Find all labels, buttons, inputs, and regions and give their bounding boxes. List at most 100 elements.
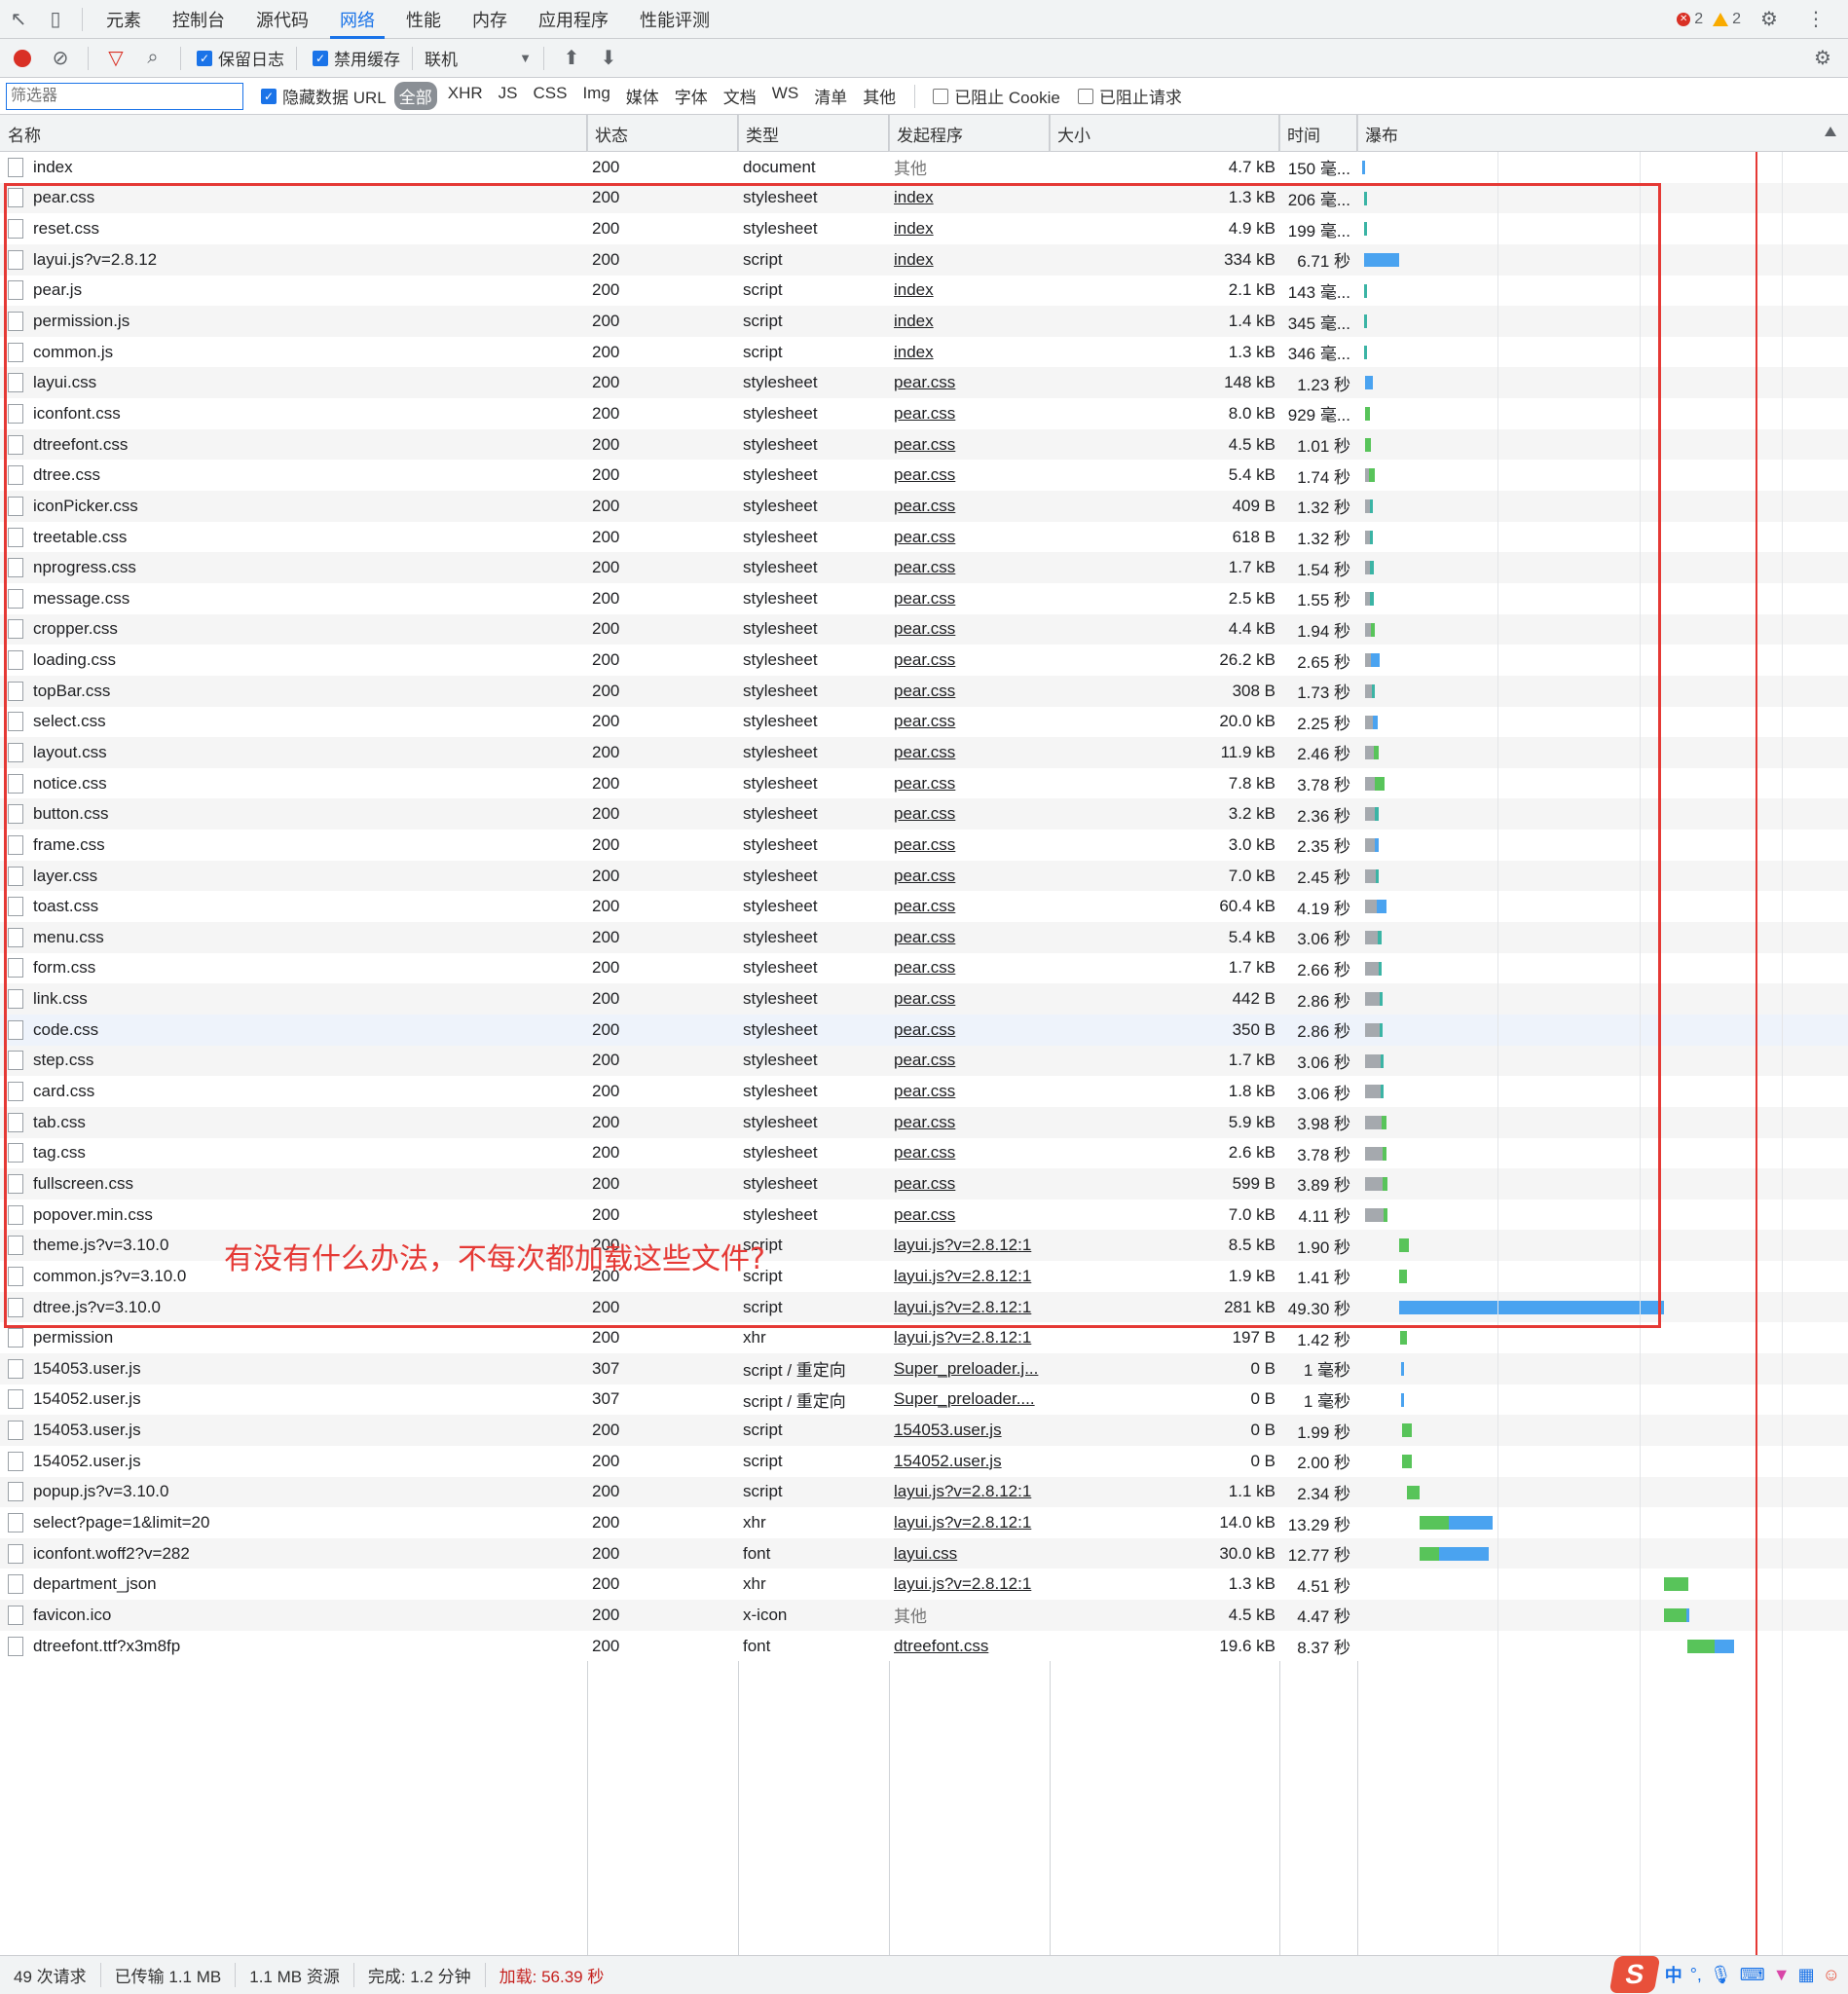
table-row[interactable]: 154053.user.js 307 script / 重定向 Super_prelo…	[0, 1352, 1848, 1385]
tab-5[interactable]: 内存	[457, 0, 523, 39]
request-status: 200	[592, 1421, 620, 1440]
clear-icon[interactable]: ⊘	[45, 43, 76, 74]
request-name-cell: 154053.user.js	[8, 1415, 582, 1446]
tab-3[interactable]: 网络	[324, 0, 390, 39]
request-name[interactable]: 154052.user.js	[33, 1389, 141, 1409]
type-filter-8[interactable]: WS	[767, 82, 803, 110]
table-row[interactable]: 154052.user.js 307 script / 重定向 Super_prelo…	[0, 1384, 1848, 1416]
request-initiator[interactable]: dtreefont.css	[894, 1631, 1040, 1662]
column-header-name[interactable]: 名称	[0, 115, 587, 152]
request-name[interactable]: dtreefont.ttf?x3m8fp	[33, 1637, 180, 1656]
export-har-icon[interactable]: ⬇	[593, 43, 624, 74]
resources-size: 1.1 MB 资源	[236, 1963, 354, 1987]
column-header-time[interactable]: 时间	[1279, 115, 1357, 152]
type-filter-3[interactable]: CSS	[528, 82, 572, 110]
filter-bar: ✓ 隐藏数据 URL 全部XHRJSCSSImg媒体字体文档WS清单其他 已阻止…	[0, 78, 1848, 115]
import-har-icon[interactable]: ⬆	[556, 43, 587, 74]
type-filter-6[interactable]: 字体	[670, 82, 713, 110]
sort-ascending-icon[interactable]	[1825, 127, 1836, 136]
type-filter-7[interactable]: 文档	[719, 82, 761, 110]
request-name[interactable]: select?page=1&limit=20	[33, 1513, 209, 1532]
type-filter-10[interactable]: 其他	[858, 82, 901, 110]
record-button[interactable]	[14, 49, 31, 67]
file-icon	[8, 1482, 23, 1502]
toolbox-grid-icon[interactable]: ▦	[1798, 1965, 1815, 1985]
network-settings-gear-icon[interactable]: ⚙	[1807, 43, 1838, 74]
emoji-icon[interactable]: ☺	[1823, 1965, 1840, 1985]
preserve-log-checkbox[interactable]: ✓ 保留日志	[197, 46, 284, 70]
type-filter-4[interactable]: Img	[577, 82, 614, 110]
preserve-log-label: 保留日志	[218, 51, 284, 69]
request-size: 4.7 kB	[1228, 157, 1275, 176]
tab-0[interactable]: 元素	[91, 0, 157, 39]
table-row[interactable]: 154053.user.js 200 script 154053.user.js 0 B…	[0, 1415, 1848, 1446]
table-row[interactable]: iconfont.woff2?v=282 200 font layui.css 30.0…	[0, 1537, 1848, 1569]
column-header-waterfall[interactable]: 瀑布	[1357, 115, 1848, 152]
request-name[interactable]: permission	[33, 1328, 113, 1348]
microphone-icon[interactable]: 🎙︎	[1710, 1965, 1732, 1985]
filter-funnel-icon[interactable]: ▽	[100, 43, 131, 74]
blocked-requests-checkbox[interactable]: 已阻止请求	[1077, 84, 1182, 108]
request-initiator[interactable]: Super_preloader.j...	[894, 1353, 1040, 1385]
request-name[interactable]: department_json	[33, 1574, 157, 1594]
request-name[interactable]: 154053.user.js	[33, 1421, 141, 1440]
search-icon[interactable]: ⌕	[137, 43, 168, 74]
column-header-size[interactable]: 大小	[1050, 115, 1279, 152]
type-filter-0[interactable]: 全部	[393, 82, 437, 110]
error-count-badge[interactable]: ✕ 2	[1677, 11, 1703, 28]
table-row[interactable]: select?page=1&limit=20 200 xhr layui.js?v=2…	[0, 1507, 1848, 1538]
device-toolbar-icon[interactable]: ▯	[37, 0, 74, 39]
request-initiator[interactable]: 154052.user.js	[894, 1446, 1040, 1477]
table-row[interactable]: favicon.ico 200 x-icon 其他 4.5 kB 4.47 秒	[0, 1600, 1848, 1631]
column-header-status[interactable]: 状态	[587, 115, 738, 152]
request-name[interactable]: 154053.user.js	[33, 1359, 141, 1379]
inspect-element-icon[interactable]: ↖	[0, 0, 37, 39]
tab-7[interactable]: 性能评测	[624, 0, 725, 39]
table-row[interactable]: 154052.user.js 200 script 154052.user.js 0 B…	[0, 1445, 1848, 1477]
more-options-icon[interactable]: ⋮	[1797, 0, 1834, 39]
filter-input[interactable]	[6, 82, 243, 110]
request-name[interactable]: popup.js?v=3.10.0	[33, 1482, 168, 1501]
type-filter-5[interactable]: 媒体	[621, 82, 664, 110]
warning-count-badge[interactable]: 2	[1713, 11, 1741, 28]
sogou-logo-icon[interactable]: S	[1608, 1956, 1661, 1993]
request-name[interactable]: favicon.ico	[33, 1606, 111, 1625]
table-row[interactable]: dtreefont.ttf?x3m8fp 200 font dtreefont.css…	[0, 1630, 1848, 1662]
tab-6[interactable]: 应用程序	[523, 0, 624, 39]
waterfall-bar	[1420, 1516, 1449, 1531]
request-name[interactable]: iconfont.woff2?v=282	[33, 1544, 190, 1564]
request-initiator[interactable]: layui.js?v=2.8.12:1	[894, 1569, 1040, 1600]
request-time: 12.77 秒	[1287, 1546, 1350, 1566]
tab-1[interactable]: 控制台	[157, 0, 240, 39]
throttling-select[interactable]: 联机 ▼	[425, 46, 532, 70]
request-initiator[interactable]: 154053.user.js	[894, 1415, 1040, 1446]
column-header-initiator[interactable]: 发起程序	[889, 115, 1050, 152]
table-row[interactable]: department_json 200 xhr layui.js?v=2.8.12:1…	[0, 1569, 1848, 1601]
table-row[interactable]: index 200 document 其他 4.7 kB 150 毫...	[0, 152, 1848, 183]
toolbar-divider	[296, 46, 297, 70]
request-initiator[interactable]: Super_preloader....	[894, 1385, 1040, 1416]
disable-cache-checkbox[interactable]: ✓ 禁用缓存	[313, 46, 400, 70]
ime-language[interactable]: 中	[1665, 1962, 1682, 1987]
request-initiator[interactable]: layui.js?v=2.8.12:1	[894, 1507, 1040, 1538]
request-name[interactable]: index	[33, 158, 73, 177]
waterfall-bar	[1439, 1546, 1489, 1561]
blocked-cookies-checkbox[interactable]: 已阻止 Cookie	[933, 84, 1060, 108]
punctuation-icon[interactable]: °,	[1690, 1965, 1702, 1985]
table-row[interactable]: popup.js?v=3.10.0 200 script layui.js?v=2.8…	[0, 1476, 1848, 1508]
skin-shirt-icon[interactable]: ▼	[1773, 1965, 1791, 1985]
request-initiator[interactable]: layui.js?v=2.8.12:1	[894, 1477, 1040, 1508]
waterfall-cell	[1358, 1446, 1848, 1477]
settings-gear-icon[interactable]: ⚙	[1751, 0, 1788, 39]
tab-2[interactable]: 源代码	[240, 0, 324, 39]
column-header-type[interactable]: 类型	[738, 115, 889, 152]
hide-data-url-checkbox[interactable]: ✓ 隐藏数据 URL	[261, 84, 387, 108]
request-initiator[interactable]: layui.css	[894, 1538, 1040, 1569]
request-name[interactable]: 154052.user.js	[33, 1452, 141, 1471]
request-time: 13.29 秒	[1287, 1515, 1350, 1534]
type-filter-9[interactable]: 清单	[809, 82, 852, 110]
tab-4[interactable]: 性能	[390, 0, 457, 39]
type-filter-2[interactable]: JS	[494, 82, 523, 110]
keyboard-icon[interactable]: ⌨	[1740, 1965, 1765, 1985]
type-filter-1[interactable]: XHR	[443, 82, 488, 110]
